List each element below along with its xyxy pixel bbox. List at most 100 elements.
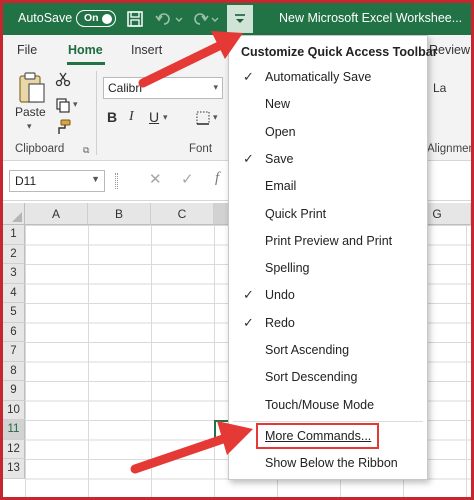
menu-item-label: Quick Print <box>265 206 327 221</box>
menu-item-spelling[interactable]: Spelling <box>229 256 427 282</box>
wrap-text-label[interactable]: La <box>433 81 446 95</box>
menu-item-label: Redo <box>265 315 295 330</box>
borders-icon[interactable] <box>195 110 211 126</box>
menu-item-label: Automatically Save <box>265 70 372 84</box>
menu-item-print-preview[interactable]: Print Preview and Print <box>229 229 427 255</box>
row-header[interactable]: 5 <box>3 303 25 323</box>
undo-icon[interactable] <box>155 10 173 28</box>
group-separator <box>96 71 97 155</box>
cancel-icon[interactable]: ✕ <box>149 170 162 188</box>
checkmark-icon: ✓ <box>243 150 254 166</box>
borders-dropdown-icon[interactable]: ▾ <box>213 112 218 123</box>
save-icon[interactable] <box>126 10 144 28</box>
menu-item-label: Sort Descending <box>265 370 358 385</box>
clipboard-launcher-icon[interactable]: ⧉ <box>83 145 89 156</box>
format-painter-icon[interactable] <box>55 119 71 135</box>
menu-item-label: Show Below the Ribbon <box>265 456 398 470</box>
checkmark-icon: ✓ <box>243 287 254 303</box>
menu-item-label: New <box>265 97 291 112</box>
row-header[interactable]: 4 <box>3 283 25 303</box>
menu-item-quick-print[interactable]: Quick Print <box>229 202 427 228</box>
column-header-a[interactable]: A <box>25 203 88 225</box>
name-box[interactable]: D11 ▼ <box>9 170 105 192</box>
title-bar: AutoSave On New Microsoft Excel Workshee… <box>3 3 471 35</box>
undo-dropdown-icon[interactable] <box>174 10 184 28</box>
menu-item-undo[interactable]: ✓ Undo <box>229 283 427 309</box>
cut-icon[interactable] <box>55 71 71 87</box>
alignment-group-label: Alignment <box>427 143 474 155</box>
row-header[interactable]: 2 <box>3 244 25 264</box>
active-cell-outline <box>214 420 228 440</box>
row-header-selected[interactable]: 11 <box>3 420 25 440</box>
formula-bar-splitter[interactable] <box>115 173 118 189</box>
menu-item-new[interactable]: New <box>229 92 427 118</box>
font-dropdown-icon[interactable]: ▾ <box>213 82 218 93</box>
bold-icon[interactable]: B <box>107 109 117 125</box>
menu-item-sort-ascending[interactable]: Sort Ascending <box>229 338 427 364</box>
name-box-dropdown-icon[interactable]: ▼ <box>91 174 100 184</box>
select-all-button[interactable] <box>3 203 25 225</box>
paste-icon[interactable] <box>17 71 47 105</box>
menu-item-label: More Commands... <box>265 429 372 443</box>
menu-item-label: Undo <box>265 288 295 303</box>
menu-item-label: Print Preview and Print <box>265 233 393 248</box>
row-header[interactable]: 12 <box>3 439 25 459</box>
menu-item-label: Open <box>265 124 296 139</box>
checkmark-icon: ✓ <box>243 314 254 330</box>
menu-item-automatically-save[interactable]: ✓ Automatically Save <box>229 65 427 91</box>
menu-item-label: Sort Ascending <box>265 343 350 357</box>
menu-item-save[interactable]: ✓ Save <box>229 147 427 173</box>
menu-item-touch-mouse-mode[interactable]: Touch/Mouse Mode <box>229 393 427 419</box>
tab-file[interactable]: File <box>17 43 37 57</box>
column-header-c[interactable]: C <box>151 203 214 225</box>
menu-item-label: Spelling <box>265 261 310 276</box>
row-header[interactable]: 13 <box>3 459 25 479</box>
menu-item-redo[interactable]: ✓ Redo <box>229 311 427 337</box>
menu-item-email[interactable]: Email <box>229 174 427 200</box>
font-group-label: Font <box>189 143 213 155</box>
autosave-toggle-state: On <box>84 12 99 24</box>
menu-separator <box>233 421 423 422</box>
window-title: New Microsoft Excel Workshee... <box>279 11 463 25</box>
clipboard-group-label: Clipboard <box>15 143 65 155</box>
menu-item-show-below-ribbon[interactable]: Show Below the Ribbon <box>229 451 427 477</box>
menu-item-more-commands[interactable]: More Commands... <box>229 424 427 450</box>
row-header[interactable]: 6 <box>3 322 25 342</box>
autosave-label: AutoSave <box>18 11 73 25</box>
menu-item-open[interactable]: Open <box>229 120 427 146</box>
row-header[interactable]: 10 <box>3 400 25 420</box>
tab-insert[interactable]: Insert <box>131 43 162 57</box>
row-header[interactable]: 3 <box>3 264 25 284</box>
customize-qat-menu: Customize Quick Access Toolbar ✓ Automat… <box>228 35 438 480</box>
customize-qat-button[interactable] <box>227 5 253 33</box>
name-box-value: D11 <box>15 174 37 188</box>
row-header[interactable]: 1 <box>3 225 25 245</box>
copy-dropdown-icon[interactable]: ▾ <box>73 99 78 110</box>
italic-icon[interactable]: I <box>129 109 134 125</box>
font-name-value: Calibri <box>108 81 143 95</box>
copy-icon[interactable] <box>55 97 71 113</box>
underline-icon[interactable]: U <box>149 109 159 125</box>
redo-icon[interactable] <box>191 10 209 28</box>
menu-item-sort-descending[interactable]: Sort Descending <box>229 365 427 391</box>
checkmark-icon: ✓ <box>243 69 254 84</box>
menu-item-label: Email <box>265 179 297 194</box>
insert-function-icon[interactable]: f <box>215 170 219 187</box>
screenshot-frame: AutoSave On New Microsoft Excel Workshee… <box>0 0 474 500</box>
autosave-toggle[interactable]: On <box>76 10 116 27</box>
font-name-box[interactable]: Calibri ▾ <box>103 77 223 99</box>
redo-dropdown-icon[interactable] <box>210 10 220 28</box>
select-all-triangle <box>12 212 22 222</box>
row-header[interactable]: 8 <box>3 361 25 381</box>
paste-label[interactable]: Paste <box>15 105 46 119</box>
customize-qat-icon <box>235 14 245 23</box>
menu-item-label: Touch/Mouse Mode <box>265 397 375 412</box>
underline-dropdown-icon[interactable]: ▾ <box>163 112 168 123</box>
row-header[interactable]: 9 <box>3 381 25 401</box>
enter-icon[interactable]: ✓ <box>181 170 194 188</box>
row-header[interactable]: 7 <box>3 342 25 362</box>
menu-item-label: Save <box>265 151 294 166</box>
tab-home[interactable]: Home <box>68 43 103 57</box>
column-header-b[interactable]: B <box>88 203 151 225</box>
paste-dropdown-icon[interactable]: ▾ <box>27 121 32 132</box>
